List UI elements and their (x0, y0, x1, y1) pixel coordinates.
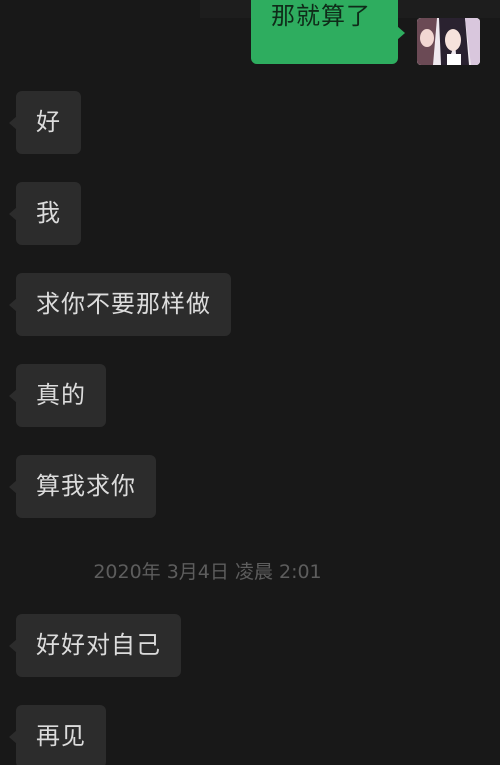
incoming-message-bubble[interactable]: 算我求你 (9, 455, 156, 518)
outgoing-message-bubble[interactable]: 那就算了 (251, 0, 405, 64)
incoming-message-bubble[interactable]: 好 (9, 91, 81, 154)
incoming-message-bubble[interactable]: 我 (9, 182, 81, 245)
incoming-message-bubble[interactable]: 再见 (9, 705, 106, 765)
message-text: 我 (36, 199, 61, 227)
incoming-message-bubble[interactable]: 求你不要那样做 (9, 273, 231, 336)
message-text: 那就算了 (271, 2, 371, 30)
profile-photo-icon[interactable] (417, 18, 480, 65)
avatar-illustration (417, 18, 480, 65)
message-text: 真的 (36, 381, 86, 409)
message-text: 好 (36, 108, 61, 136)
message-text: 算我求你 (36, 472, 136, 500)
message-text: 求你不要那样做 (36, 290, 211, 318)
message-timestamp: 2020年 3月4日 凌晨 2:01 (93, 561, 322, 583)
chat-thread: 那就算了 好 我 求你不要那样做 真的 算我求你 2020年 3月4日 凌晨 2… (0, 0, 500, 765)
message-text: 再见 (36, 722, 86, 750)
incoming-message-bubble[interactable]: 真的 (9, 364, 106, 427)
message-text: 好好对自己 (36, 631, 161, 659)
incoming-message-bubble[interactable]: 好好对自己 (9, 614, 181, 677)
